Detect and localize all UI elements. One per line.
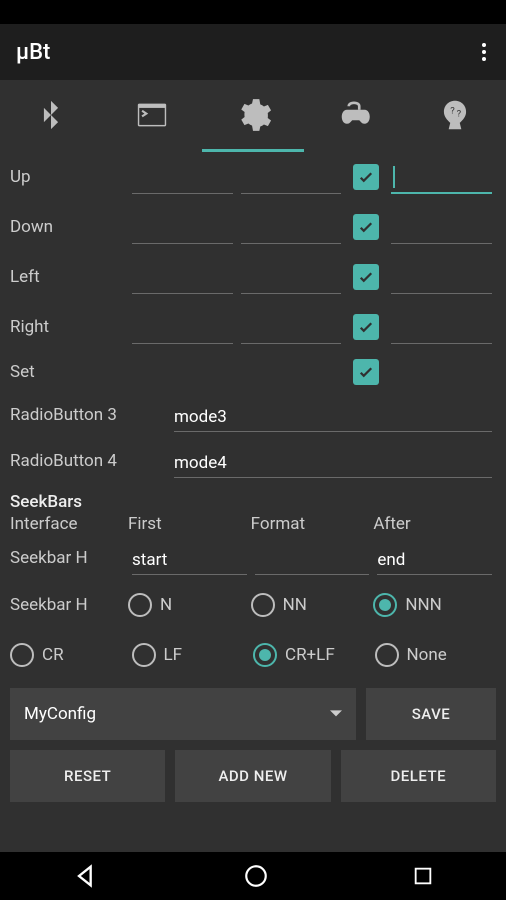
- radio-crlf[interactable]: CR+LF: [253, 631, 375, 679]
- header-first: First: [128, 514, 251, 534]
- radiobutton4-label: RadioButton 4: [10, 451, 170, 471]
- row-right-input[interactable]: [391, 310, 492, 344]
- seekbar-h1-format[interactable]: [255, 541, 370, 575]
- overflow-menu-icon[interactable]: [478, 35, 490, 69]
- row-up: Up: [10, 152, 496, 202]
- row-left-input[interactable]: [391, 260, 492, 294]
- tab-gamepad[interactable]: [304, 80, 405, 152]
- radio-none[interactable]: None: [375, 631, 497, 679]
- row-left-field1[interactable]: [132, 260, 233, 294]
- seekbar-h1-first[interactable]: start: [132, 541, 247, 575]
- row-set: Set: [10, 352, 496, 392]
- radio-lf[interactable]: LF: [132, 631, 254, 679]
- radio-nn[interactable]: NN: [251, 581, 374, 629]
- row-up-checkbox[interactable]: [353, 164, 379, 190]
- navigation-bar: [0, 852, 506, 900]
- radio-nnn[interactable]: NNN: [373, 581, 496, 629]
- row-down-field2[interactable]: [241, 210, 342, 244]
- settings-icon: [234, 96, 272, 134]
- seekbar-column-headers: Interface First Format After: [10, 512, 496, 536]
- radiobutton4-value[interactable]: mode4: [174, 444, 492, 478]
- tab-terminal[interactable]: [101, 80, 202, 152]
- row-left-label: Left: [10, 267, 128, 287]
- row-up-input[interactable]: [391, 160, 492, 194]
- row-right-checkbox[interactable]: [353, 314, 379, 340]
- row-set-label: Set: [10, 362, 128, 382]
- bottom-buttons: Reset Add New Delete: [10, 750, 496, 802]
- row-up-label: Up: [10, 167, 128, 187]
- row-right-label: Right: [10, 317, 128, 337]
- radio-cr[interactable]: CR: [10, 631, 132, 679]
- delete-button[interactable]: Delete: [341, 750, 496, 802]
- reset-button[interactable]: Reset: [10, 750, 165, 802]
- row-radiobutton3: RadioButton 3 mode3: [10, 392, 496, 438]
- help-icon: ??: [436, 96, 474, 134]
- config-spinner[interactable]: MyConfig: [10, 688, 356, 740]
- row-left-checkbox[interactable]: [353, 264, 379, 290]
- status-bar: [0, 0, 506, 24]
- tab-bar: ??: [0, 80, 506, 152]
- seekbar-h1-label: Seekbar H: [10, 548, 128, 568]
- row-left-field2[interactable]: [241, 260, 342, 294]
- row-radiobutton4: RadioButton 4 mode4: [10, 438, 496, 484]
- radio-n[interactable]: N: [128, 581, 251, 629]
- row-right-field2[interactable]: [241, 310, 342, 344]
- row-lineend: CR LF CR+LF None: [10, 630, 496, 680]
- app-title: μBt: [16, 40, 50, 65]
- svg-text:?: ?: [457, 108, 462, 119]
- home-icon[interactable]: [243, 863, 269, 889]
- header-interface: Interface: [10, 514, 128, 534]
- row-right-field1[interactable]: [132, 310, 233, 344]
- save-button[interactable]: Save: [366, 688, 496, 740]
- row-down: Down: [10, 202, 496, 252]
- chevron-down-icon: [330, 708, 342, 720]
- row-set-checkbox[interactable]: [353, 359, 379, 385]
- row-right: Right: [10, 302, 496, 352]
- row-down-label: Down: [10, 217, 128, 237]
- row-down-field1[interactable]: [132, 210, 233, 244]
- row-seekbar-h2: Seekbar H N NN NNN: [10, 580, 496, 630]
- row-left: Left: [10, 252, 496, 302]
- recents-icon[interactable]: [412, 865, 434, 887]
- bluetooth-icon: [34, 98, 68, 132]
- gamepad-icon: [333, 94, 375, 136]
- row-up-field2[interactable]: [241, 160, 342, 194]
- config-row: MyConfig Save: [10, 688, 496, 740]
- row-down-checkbox[interactable]: [353, 214, 379, 240]
- terminal-icon: [135, 98, 169, 132]
- tab-help[interactable]: ??: [405, 80, 506, 152]
- config-name: MyConfig: [24, 704, 96, 724]
- addnew-button[interactable]: Add New: [175, 750, 330, 802]
- row-up-field1[interactable]: [132, 160, 233, 194]
- row-down-input[interactable]: [391, 210, 492, 244]
- radiobutton3-value[interactable]: mode3: [174, 398, 492, 432]
- header-format: Format: [251, 514, 374, 534]
- back-icon[interactable]: [72, 862, 100, 890]
- tab-bluetooth[interactable]: [0, 80, 101, 152]
- header-after: After: [373, 514, 496, 534]
- row-seekbar-h1: Seekbar H start end: [10, 536, 496, 580]
- seekbar-h2-label: Seekbar H: [10, 595, 128, 615]
- svg-text:?: ?: [451, 105, 456, 116]
- seekbars-header: SeekBars: [10, 484, 496, 512]
- app-bar: μBt: [0, 24, 506, 80]
- tab-settings[interactable]: [202, 80, 303, 152]
- content: Up Down Left Right Set RadioButton 3 mod…: [0, 152, 506, 802]
- seekbar-h1-after[interactable]: end: [377, 541, 492, 575]
- radiobutton3-label: RadioButton 3: [10, 405, 170, 425]
